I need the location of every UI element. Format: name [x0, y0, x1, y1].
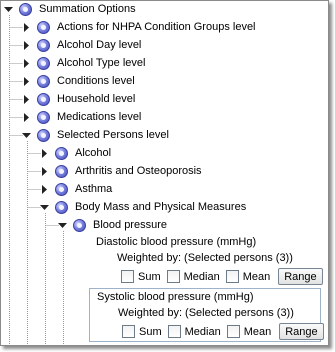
tree-node-alcohol[interactable]: Alcohol [40, 145, 111, 161]
group-node-icon [37, 20, 50, 34]
tree-node-label: Arthritis and Osteoporosis [75, 165, 202, 177]
tree-node-alcohol-type[interactable]: Alcohol Type level [22, 55, 145, 71]
tree-node-asthma[interactable]: Asthma [40, 181, 112, 197]
group-node-icon [37, 110, 50, 124]
tree-node-label: Asthma [75, 183, 113, 195]
sum-label: Sum [139, 325, 162, 338]
expand-arrow-icon[interactable] [22, 22, 31, 32]
mean-label: Mean [243, 325, 272, 338]
group-node-icon [37, 128, 50, 142]
tree-node-label: Alcohol [75, 147, 112, 159]
mean-option[interactable]: Mean [225, 270, 271, 283]
group-node-icon [37, 92, 50, 106]
expand-arrow-icon[interactable] [22, 112, 31, 122]
tree-node-conditions[interactable]: Conditions level [22, 73, 135, 89]
group-node-icon [37, 56, 50, 70]
tree-node-household[interactable]: Household level [22, 91, 135, 107]
median-option[interactable]: Median [167, 325, 221, 338]
group-node-icon [73, 218, 86, 232]
expand-arrow-icon[interactable] [22, 94, 31, 104]
tree-node-body-mass[interactable]: Body Mass and Physical Measures [40, 199, 246, 215]
measure-title: Diastolic blood pressure (mmHg) [96, 236, 257, 248]
group-node-icon [55, 164, 68, 178]
median-label: Median [183, 270, 220, 283]
range-button[interactable]: Range [278, 268, 323, 285]
sum-option[interactable]: Sum [121, 270, 161, 283]
expand-arrow-icon[interactable] [40, 148, 49, 158]
sum-option[interactable]: Sum [122, 325, 162, 338]
weighted-by-label: Weighted by: (Selected persons (3)) [117, 252, 293, 264]
median-label: Median [184, 325, 221, 338]
measure-title: Systolic blood pressure (mmHg) [97, 291, 254, 303]
mean-checkbox[interactable] [225, 270, 239, 283]
mean-label: Mean [242, 270, 271, 283]
tree-node-arthritis[interactable]: Arthritis and Osteoporosis [40, 163, 202, 179]
group-node-icon [37, 74, 50, 88]
tree-node-alcohol-day[interactable]: Alcohol Day level [22, 37, 141, 53]
collapse-arrow-icon[interactable] [4, 5, 13, 14]
tree-node-label: Household level [57, 93, 136, 105]
expand-arrow-icon[interactable] [22, 58, 31, 68]
tree-node-label: Summation Options [39, 3, 136, 15]
mean-checkbox[interactable] [226, 325, 240, 338]
tree-node-label: Medications level [57, 111, 142, 123]
group-node-icon [55, 182, 68, 196]
tree-node-label: Actions for NHPA Condition Groups level [57, 21, 256, 33]
tree-node-actions-nhpa[interactable]: Actions for NHPA Condition Groups level [22, 19, 256, 35]
median-checkbox[interactable] [167, 325, 181, 338]
tree-node-medications[interactable]: Medications level [22, 109, 141, 125]
mean-option[interactable]: Mean [226, 325, 272, 338]
median-option[interactable]: Median [166, 270, 220, 283]
median-checkbox[interactable] [166, 270, 180, 283]
expand-arrow-icon[interactable] [40, 166, 49, 176]
tree-node-label: Selected Persons level [57, 129, 169, 141]
sum-checkbox[interactable] [121, 270, 134, 283]
group-node-icon [55, 200, 68, 214]
weighted-by-label: Weighted by: (Selected persons (3)) [118, 307, 294, 319]
expand-arrow-icon[interactable] [40, 184, 49, 194]
tree-node-summation-options[interactable]: Summation Options [4, 1, 136, 17]
tree-node-label: Blood pressure [93, 219, 167, 231]
tree-node-label: Body Mass and Physical Measures [75, 201, 247, 213]
summation-options-panel: Summation Options Actions for NHPA Condi… [0, 0, 329, 346]
measure-systolic: Systolic blood pressure (mmHg) Weighted … [89, 288, 324, 342]
tree-node-selected-persons[interactable]: Selected Persons level [22, 127, 169, 143]
tree-node-label: Alcohol Type level [57, 57, 146, 69]
sum-checkbox[interactable] [122, 325, 135, 338]
collapse-arrow-icon[interactable] [22, 131, 31, 140]
collapse-arrow-icon[interactable] [58, 221, 67, 230]
expand-arrow-icon[interactable] [22, 40, 31, 50]
sum-label: Sum [138, 270, 161, 283]
group-node-icon [55, 146, 68, 160]
range-button[interactable]: Range [279, 323, 324, 340]
expand-arrow-icon[interactable] [22, 76, 31, 86]
collapse-arrow-icon[interactable] [40, 203, 49, 212]
group-node-icon [37, 38, 50, 52]
measure-diastolic: Diastolic blood pressure (mmHg) Weighted… [89, 234, 323, 286]
tree-node-label: Conditions level [57, 75, 135, 87]
tree-node-blood-pressure[interactable]: Blood pressure [58, 217, 167, 233]
tree-node-label: Alcohol Day level [57, 39, 142, 51]
group-node-icon [19, 2, 32, 16]
